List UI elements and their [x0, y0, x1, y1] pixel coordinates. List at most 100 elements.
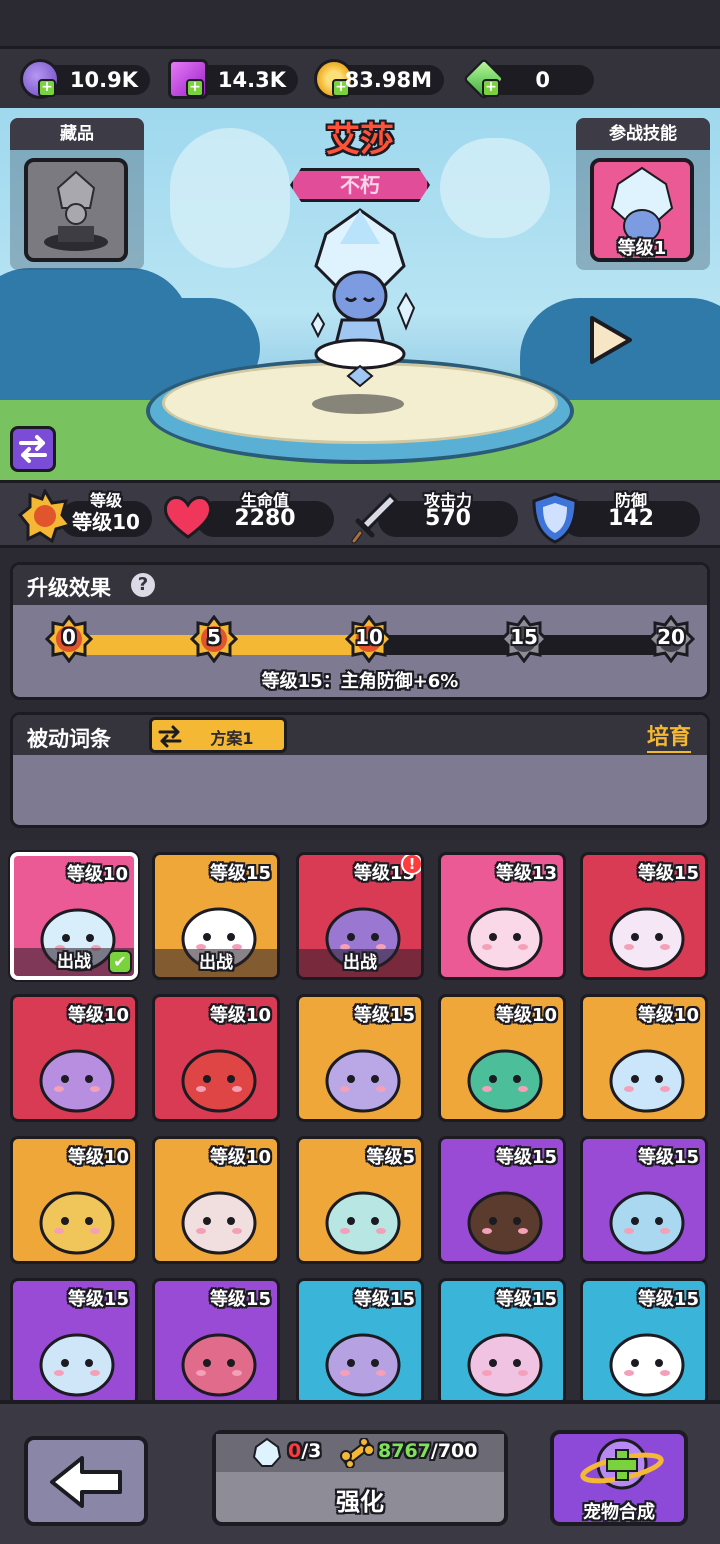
- pet-portrait-icon: [39, 1191, 115, 1255]
- pet-card[interactable]: 等级15 出战: [152, 852, 280, 980]
- currency-coin[interactable]: + 83.98M: [314, 59, 444, 99]
- milestone-level: 5: [207, 625, 221, 649]
- pet-level: 等级15: [209, 863, 271, 884]
- currency-cube[interactable]: + 14.3K: [168, 59, 298, 99]
- pet-portrait-icon: [325, 1049, 401, 1113]
- pet-card[interactable]: 等级15: [438, 1278, 566, 1400]
- collection-slot[interactable]: [24, 158, 128, 262]
- milestone-node: 10: [344, 614, 394, 664]
- pet-card[interactable]: 等级15: [152, 1278, 280, 1400]
- pet-card[interactable]: 等级15: [296, 994, 424, 1122]
- milestone-level: 20: [657, 625, 685, 649]
- battle-skill-title: 参战技能: [576, 118, 710, 150]
- pet-card[interactable]: 等级15: [580, 1136, 708, 1264]
- pet-card[interactable]: 等级15: [438, 1136, 566, 1264]
- battle-skill-panel[interactable]: 参战技能 等级1: [576, 118, 710, 270]
- currency-gem[interactable]: + 0: [462, 57, 594, 101]
- collection-panel[interactable]: 藏品: [10, 118, 144, 270]
- pet-card[interactable]: 等级15: [580, 852, 708, 980]
- stat-level: 等级 等级10: [60, 491, 152, 537]
- pet-card[interactable]: 等级10: [10, 1136, 138, 1264]
- add-icon[interactable]: +: [38, 79, 56, 97]
- add-icon[interactable]: +: [186, 79, 204, 97]
- swap-arrows-icon: [19, 435, 47, 463]
- pet-card[interactable]: 等级10: [10, 994, 138, 1122]
- back-button[interactable]: [24, 1436, 148, 1526]
- pet-card[interactable]: 等级10: [580, 994, 708, 1122]
- pet-portrait-icon: [609, 1049, 685, 1113]
- battle-skill-slot[interactable]: 等级1: [590, 158, 694, 262]
- pet-card[interactable]: 等级15 出战!: [296, 852, 424, 980]
- currency-value: 0: [535, 68, 550, 92]
- pet-level: 等级10: [67, 1147, 129, 1168]
- stat-value: 等级10: [72, 510, 140, 534]
- hero-shadow: [312, 394, 404, 414]
- pet-portrait-icon: [609, 1333, 685, 1397]
- milestone-level: 0: [62, 625, 76, 649]
- bone-count: 8767: [378, 1440, 431, 1462]
- pet-level: 等级15: [637, 863, 699, 884]
- next-hero-arrow-icon[interactable]: [586, 314, 634, 366]
- pet-level: 等级13: [495, 863, 557, 884]
- check-icon: ✔: [108, 950, 132, 974]
- nurture-link[interactable]: 培育: [646, 719, 691, 753]
- pet-portrait-icon: [467, 907, 543, 971]
- pet-fusion-label: 宠物合成: [583, 1502, 655, 1523]
- pet-level: 等级5: [366, 1147, 415, 1168]
- pet-card[interactable]: 等级10: [152, 1136, 280, 1264]
- hero-ice-princess-icon: [310, 208, 416, 388]
- pet-portrait-icon: [181, 1191, 257, 1255]
- skill-level: 等级1: [617, 238, 667, 259]
- passive-panel: 被动词条 方案1 培育: [10, 712, 710, 828]
- panel-header: 升级效果 ?: [13, 565, 707, 605]
- hero-rank-badge: 不朽: [290, 168, 430, 202]
- milestone-node: 0: [44, 614, 94, 664]
- pet-card[interactable]: 等级10: [152, 994, 280, 1122]
- pet-level: 等级10: [209, 1147, 271, 1168]
- pet-grid: 等级10 出战 ✔ 等级15 出战 等级15 出战! 等级13 等级15 等级10 等级10 等级15…: [0, 840, 720, 1400]
- upgrade-button[interactable]: 0/3 8767/700 强化: [212, 1430, 508, 1526]
- trophy-statue-icon: [44, 170, 108, 251]
- pet-card[interactable]: 等级10: [438, 994, 566, 1122]
- shard-total: /3: [301, 1440, 322, 1462]
- pet-level: 等级10: [209, 1005, 271, 1026]
- shield-icon: [532, 492, 578, 544]
- plan-switch-button[interactable]: 方案1: [149, 717, 287, 753]
- currency-potion[interactable]: + 10.9K: [20, 59, 150, 99]
- pet-portrait-icon: [467, 1333, 543, 1397]
- pet-level: 等级15: [209, 1289, 271, 1310]
- pet-level: 等级15: [495, 1289, 557, 1310]
- upgrade-effect-title: 升级效果: [27, 576, 111, 600]
- alert-icon: !: [401, 855, 421, 875]
- pet-portrait-icon: [39, 1333, 115, 1397]
- currency-bar: + 10.9K + 14.3K + 83.98M + 0: [0, 46, 720, 108]
- stat-hp: 生命值 2280: [196, 491, 334, 537]
- upgrade-label: 强化: [336, 1488, 384, 1516]
- bottom-action-bar: 0/3 8767/700 强化 宠物合成: [0, 1400, 720, 1544]
- upgrade-effect-panel: 升级效果 ? 0 5 10 15 20 等级15：主角防御+6%: [10, 562, 710, 700]
- pet-level: 等级15: [353, 1289, 415, 1310]
- milestone-node: 5: [189, 614, 239, 664]
- help-icon[interactable]: ?: [131, 573, 155, 597]
- pet-card[interactable]: 等级15: [580, 1278, 708, 1400]
- level-star-icon: [18, 489, 72, 543]
- pet-card[interactable]: 等级15: [296, 1278, 424, 1400]
- currency-value: 14.3K: [217, 68, 286, 92]
- pet-level: 等级15: [67, 1289, 129, 1310]
- currency-value: 83.98M: [344, 68, 432, 92]
- milestone-level: 10: [355, 625, 383, 649]
- pet-portrait-icon: [467, 1049, 543, 1113]
- pet-card[interactable]: 等级15: [10, 1278, 138, 1400]
- pet-card[interactable]: 等级10 出战 ✔: [10, 852, 138, 980]
- pet-level: 等级10: [495, 1005, 557, 1026]
- stat-value: 2280: [234, 506, 296, 531]
- pet-card[interactable]: 等级13: [438, 852, 566, 980]
- pet-fusion-button[interactable]: 宠物合成: [550, 1430, 688, 1526]
- pet-portrait-icon: [609, 1191, 685, 1255]
- add-icon[interactable]: +: [482, 79, 500, 97]
- pet-portrait-icon: [609, 907, 685, 971]
- pet-portrait-icon: [181, 1333, 257, 1397]
- swap-button[interactable]: [10, 426, 56, 472]
- pet-card[interactable]: 等级5: [296, 1136, 424, 1264]
- pet-portrait-icon: [181, 1049, 257, 1113]
